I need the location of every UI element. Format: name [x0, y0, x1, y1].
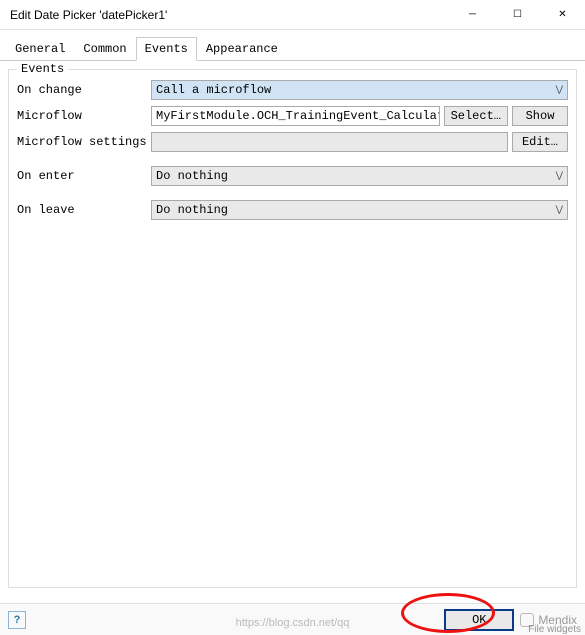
select-microflow-button[interactable]: Select…	[444, 106, 508, 126]
tab-bar: General Common Events Appearance	[0, 30, 585, 61]
select-on-leave-value: Do nothing	[156, 203, 228, 217]
tab-general[interactable]: General	[6, 37, 74, 61]
footer: ? OK Mendix	[0, 603, 585, 635]
window-controls: ─ ☐ ✕	[450, 0, 585, 29]
row-on-enter: On enter Do nothing ⋁	[17, 166, 568, 186]
minimize-button[interactable]: ─	[450, 0, 495, 29]
input-microflow-settings[interactable]	[151, 132, 508, 152]
select-on-change-value: Call a microflow	[156, 83, 271, 97]
row-on-leave: On leave Do nothing ⋁	[17, 200, 568, 220]
select-on-enter-value: Do nothing	[156, 169, 228, 183]
close-button[interactable]: ✕	[540, 0, 585, 29]
brand: Mendix	[520, 613, 577, 627]
input-microflow[interactable]: MyFirstModule.OCH_TrainingEvent_Calculat…	[151, 106, 440, 126]
tab-events[interactable]: Events	[136, 37, 197, 61]
row-on-change: On change Call a microflow ⋁	[17, 80, 568, 100]
row-microflow: Microflow MyFirstModule.OCH_TrainingEven…	[17, 106, 568, 126]
chevron-down-icon: ⋁	[556, 85, 563, 95]
select-on-change[interactable]: Call a microflow ⋁	[151, 80, 568, 100]
tab-common[interactable]: Common	[74, 37, 135, 61]
edit-microflow-settings-button[interactable]: Edit…	[512, 132, 568, 152]
brand-label: Mendix	[538, 613, 577, 627]
select-on-leave[interactable]: Do nothing ⋁	[151, 200, 568, 220]
brand-icon	[520, 613, 534, 627]
label-on-enter: On enter	[17, 169, 147, 183]
fieldset-legend: Events	[17, 62, 68, 76]
maximize-button[interactable]: ☐	[495, 0, 540, 29]
tab-appearance[interactable]: Appearance	[197, 37, 287, 61]
chevron-down-icon: ⋁	[556, 171, 563, 181]
content-area: Events On change Call a microflow ⋁ Micr…	[0, 61, 585, 596]
ok-button[interactable]: OK	[444, 609, 514, 631]
events-fieldset: Events On change Call a microflow ⋁ Micr…	[8, 69, 577, 588]
window-title: Edit Date Picker 'datePicker1'	[10, 8, 450, 22]
label-microflow-settings: Microflow settings	[17, 135, 147, 149]
help-icon[interactable]: ?	[8, 611, 26, 629]
row-microflow-settings: Microflow settings Edit…	[17, 132, 568, 152]
show-microflow-button[interactable]: Show	[512, 106, 568, 126]
chevron-down-icon: ⋁	[556, 205, 563, 215]
titlebar: Edit Date Picker 'datePicker1' ─ ☐ ✕	[0, 0, 585, 30]
label-on-change: On change	[17, 83, 147, 97]
select-on-enter[interactable]: Do nothing ⋁	[151, 166, 568, 186]
label-microflow: Microflow	[17, 109, 147, 123]
input-microflow-value: MyFirstModule.OCH_TrainingEvent_Calculat…	[156, 109, 440, 123]
label-on-leave: On leave	[17, 203, 147, 217]
